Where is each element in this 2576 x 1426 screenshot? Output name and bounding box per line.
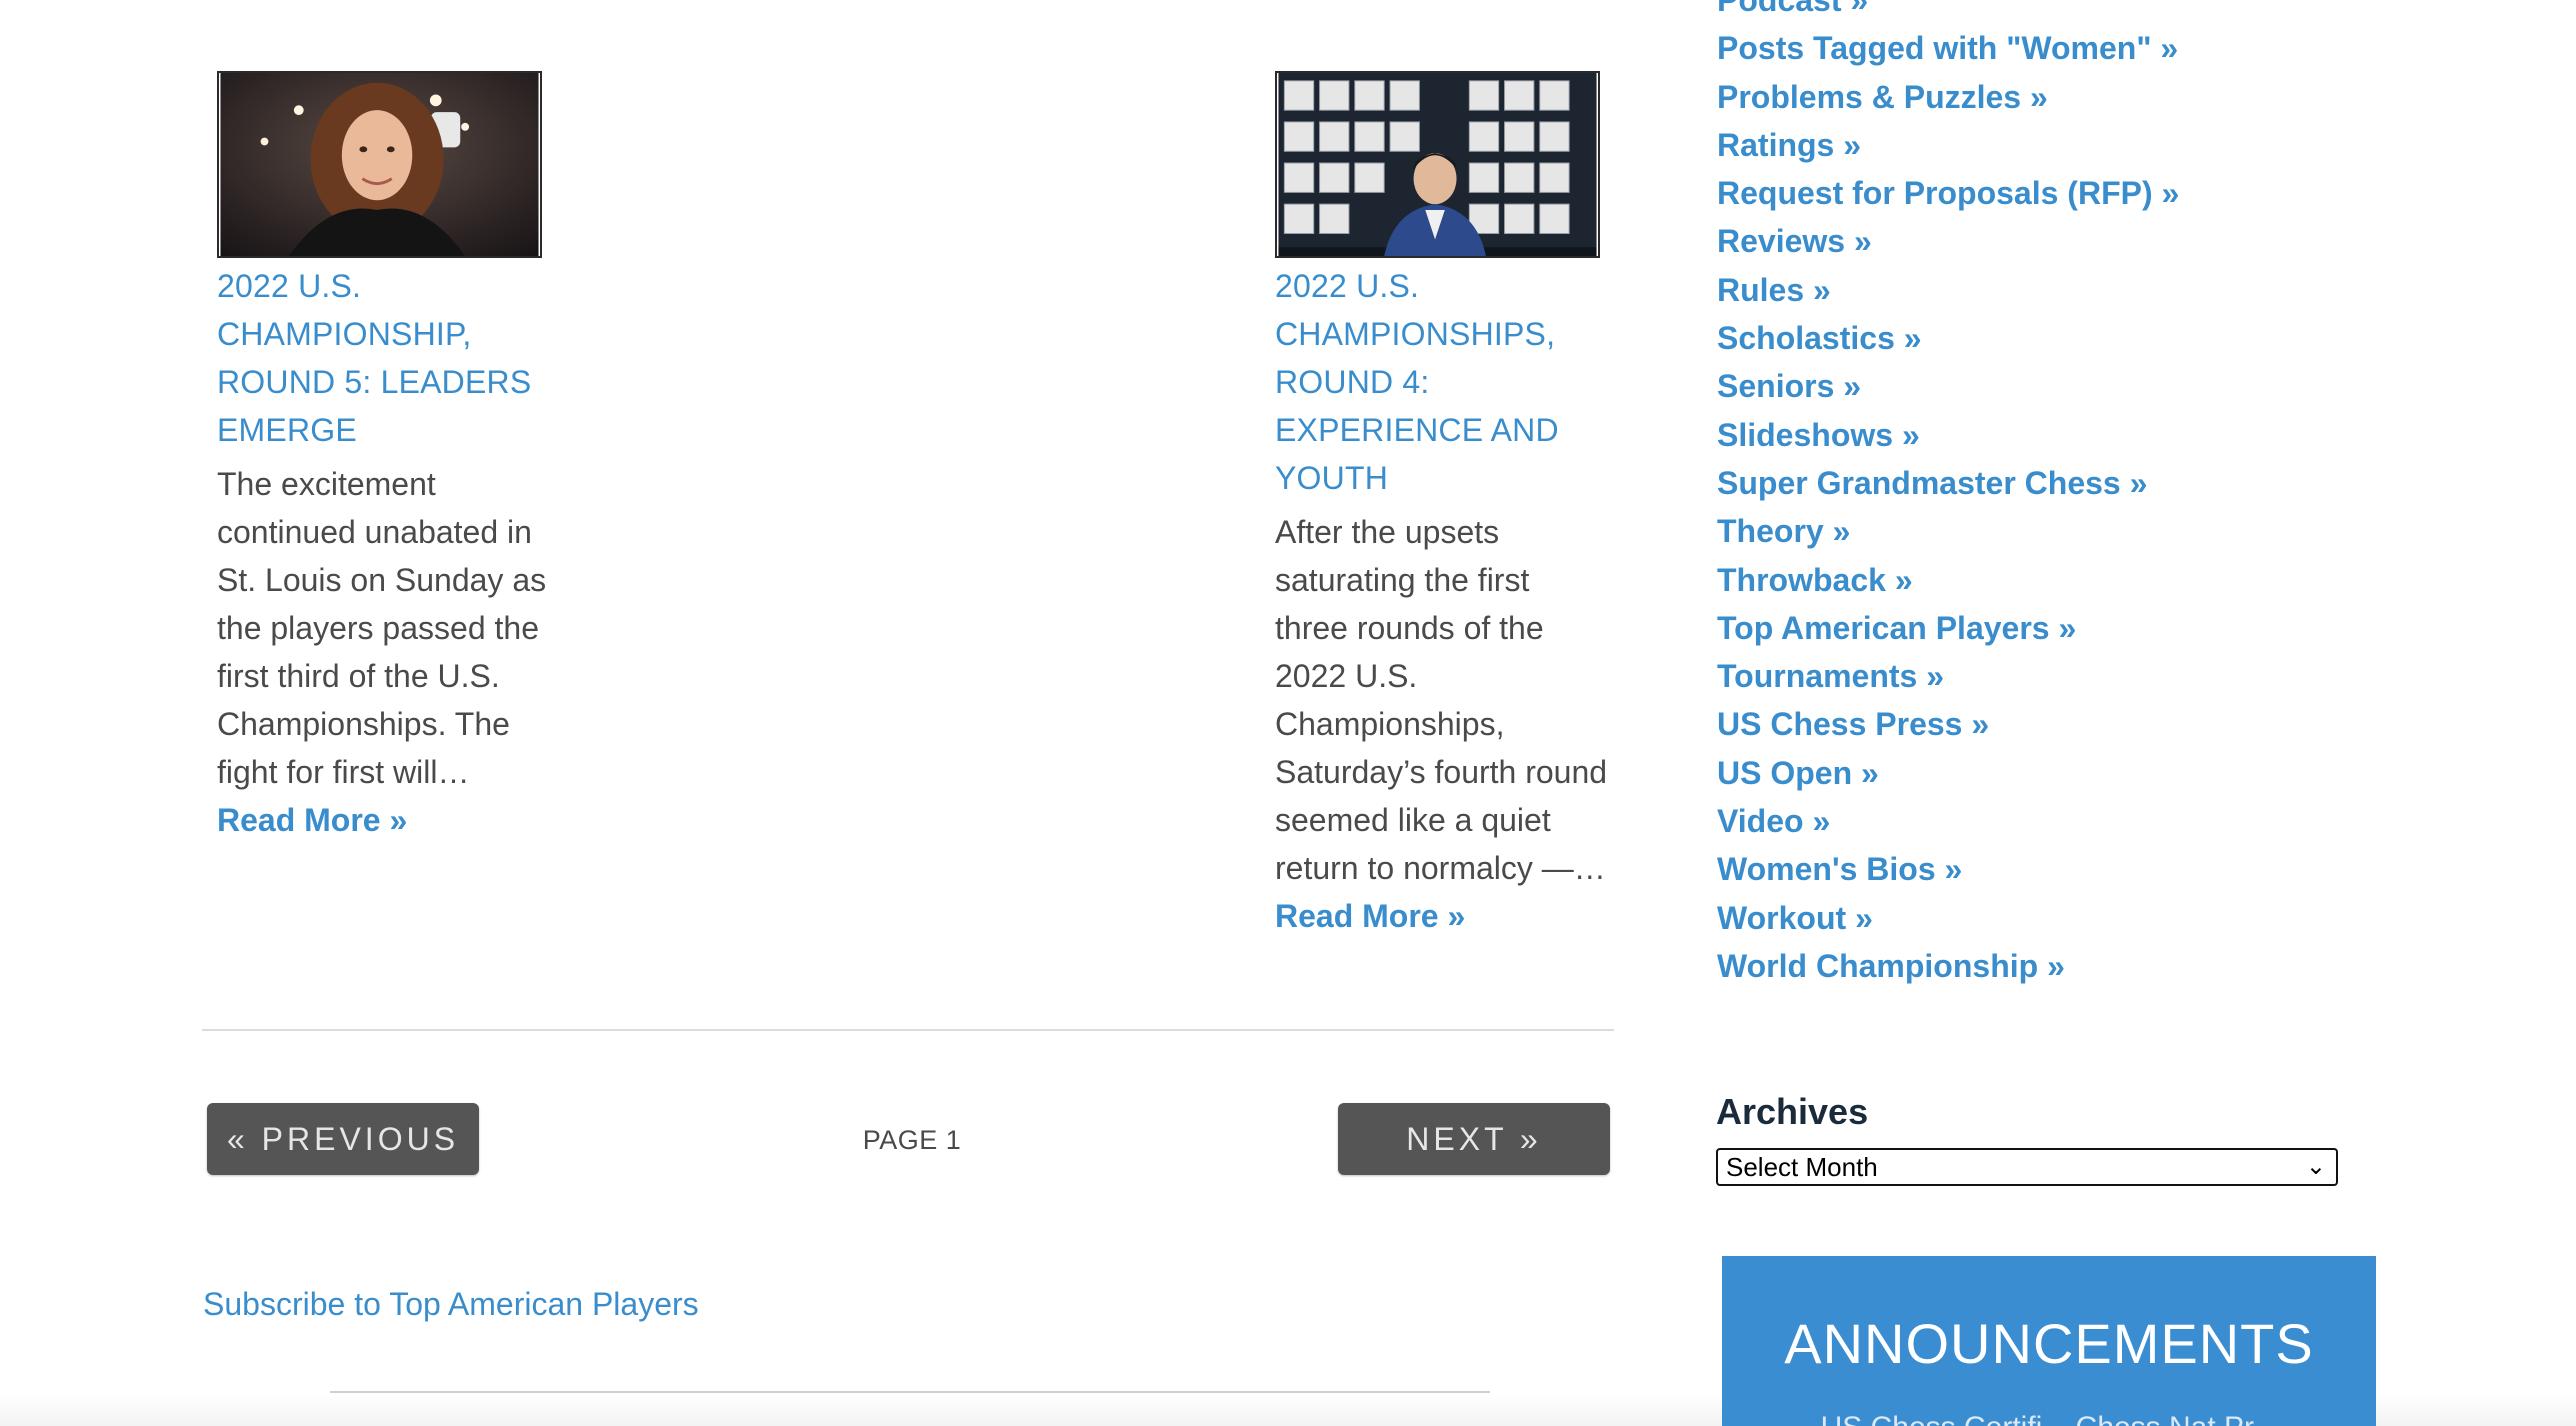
category-link-us-open[interactable]: US Open » bbox=[1717, 755, 1879, 791]
category-link-world-championship[interactable]: World Championship » bbox=[1717, 948, 2065, 984]
announcements-panel: ANNOUNCEMENTS US Chess Certifi... Chess … bbox=[1722, 1256, 2376, 1426]
page: 2022 U.S. Championship, Round 5: Leaders… bbox=[0, 0, 2576, 1426]
category-link-workout[interactable]: Workout » bbox=[1717, 900, 1873, 936]
category-item: Podcast » bbox=[1717, 0, 2179, 24]
category-item: Rules » bbox=[1717, 266, 2179, 314]
category-link-video[interactable]: Video » bbox=[1717, 803, 1830, 839]
article-thumbnail[interactable] bbox=[217, 71, 542, 258]
content-divider bbox=[202, 1029, 1614, 1031]
chevron-down-icon: ⌄ bbox=[2305, 1153, 2326, 1180]
category-link-us-chess-press[interactable]: US Chess Press » bbox=[1717, 706, 1989, 742]
category-item: Women's Bios » bbox=[1717, 845, 2179, 893]
category-item: Throwback » bbox=[1717, 556, 2179, 604]
category-item: Ratings » bbox=[1717, 121, 2179, 169]
category-link-tournaments[interactable]: Tournaments » bbox=[1717, 658, 1944, 694]
category-link-rfp[interactable]: Request for Proposals (RFP) » bbox=[1717, 175, 2179, 211]
previous-page-button[interactable]: « Previous bbox=[207, 1103, 479, 1175]
category-item: Top American Players » bbox=[1717, 604, 2179, 652]
category-link-seniors[interactable]: Seniors » bbox=[1717, 368, 1861, 404]
category-link-problems-puzzles[interactable]: Problems & Puzzles » bbox=[1717, 79, 2048, 115]
category-item: US Chess Press » bbox=[1717, 700, 2179, 748]
player-wall-photo-image bbox=[1278, 73, 1597, 256]
category-link-top-american-players[interactable]: Top American Players » bbox=[1717, 610, 2076, 646]
category-item: Request for Proposals (RFP) » bbox=[1717, 169, 2179, 217]
category-link-reviews[interactable]: Reviews » bbox=[1717, 223, 1872, 259]
article-excerpt: After the upsets saturating the first th… bbox=[1275, 514, 1608, 886]
category-link-scholastics[interactable]: Scholastics » bbox=[1717, 320, 1922, 356]
category-link-slideshows[interactable]: Slideshows » bbox=[1717, 417, 1920, 453]
announcements-item-link[interactable]: US Chess Certifi... Chess Nat Pr... bbox=[1722, 1410, 2376, 1426]
page-indicator: PAGE 1 bbox=[862, 1125, 962, 1155]
category-item: Workout » bbox=[1717, 894, 2179, 942]
category-item: Super Grandmaster Chess » bbox=[1717, 459, 2179, 507]
archives-select-value: Select Month bbox=[1726, 1152, 1878, 1182]
announcements-heading: ANNOUNCEMENTS bbox=[1784, 1312, 2314, 1375]
category-item: Theory » bbox=[1717, 507, 2179, 555]
player-photo-image bbox=[220, 73, 539, 256]
category-link-theory[interactable]: Theory » bbox=[1717, 513, 1850, 549]
category-link-throwback[interactable]: Throwback » bbox=[1717, 562, 1913, 598]
category-item: Slideshows » bbox=[1717, 411, 2179, 459]
category-link-super-grandmaster-chess[interactable]: Super Grandmaster Chess » bbox=[1717, 465, 2147, 501]
category-link-ratings[interactable]: Ratings » bbox=[1717, 127, 1861, 163]
footer-divider bbox=[330, 1391, 1490, 1393]
read-more-link[interactable]: Read More » bbox=[217, 796, 407, 844]
category-item: Reviews » bbox=[1717, 217, 2179, 265]
archives-heading: Archives bbox=[1716, 1091, 1869, 1132]
category-link-podcast[interactable]: Podcast » bbox=[1717, 0, 1868, 18]
category-item: World Championship » bbox=[1717, 942, 2179, 990]
subscribe-link[interactable]: Subscribe to Top American Players bbox=[203, 1282, 699, 1326]
article-card: 2022 U.S. Championship, Round 5: Leaders… bbox=[217, 71, 552, 844]
category-link-posts-tagged-women[interactable]: Posts Tagged with "Women" » bbox=[1717, 30, 2178, 66]
category-item: Video » bbox=[1717, 797, 2179, 845]
category-item: Scholastics » bbox=[1717, 314, 2179, 362]
article-card: 2022 U.S. Championships, Round 4: Experi… bbox=[1275, 71, 1610, 940]
read-more-link[interactable]: Read More » bbox=[1275, 892, 1465, 940]
archives-month-select[interactable]: Select Month ⌄ bbox=[1716, 1148, 2338, 1186]
category-link-rules[interactable]: Rules » bbox=[1717, 272, 1831, 308]
article-title-link[interactable]: 2022 U.S. Championships, Round 4: Experi… bbox=[1275, 262, 1610, 502]
category-link-womens-bios[interactable]: Women's Bios » bbox=[1717, 851, 1962, 887]
category-item: Seniors » bbox=[1717, 362, 2179, 410]
article-thumbnail[interactable] bbox=[1275, 71, 1600, 258]
category-item: Problems & Puzzles » bbox=[1717, 73, 2179, 121]
next-page-button[interactable]: Next » bbox=[1338, 1103, 1610, 1175]
category-list: Podcast » Posts Tagged with "Women" » Pr… bbox=[1717, 0, 2179, 990]
article-excerpt: The excitement continued unabated in St.… bbox=[217, 466, 547, 790]
category-item: US Open » bbox=[1717, 749, 2179, 797]
article-title-link[interactable]: 2022 U.S. Championship, Round 5: Leaders… bbox=[217, 262, 552, 454]
category-item: Posts Tagged with "Women" » bbox=[1717, 24, 2179, 72]
category-item: Tournaments » bbox=[1717, 652, 2179, 700]
